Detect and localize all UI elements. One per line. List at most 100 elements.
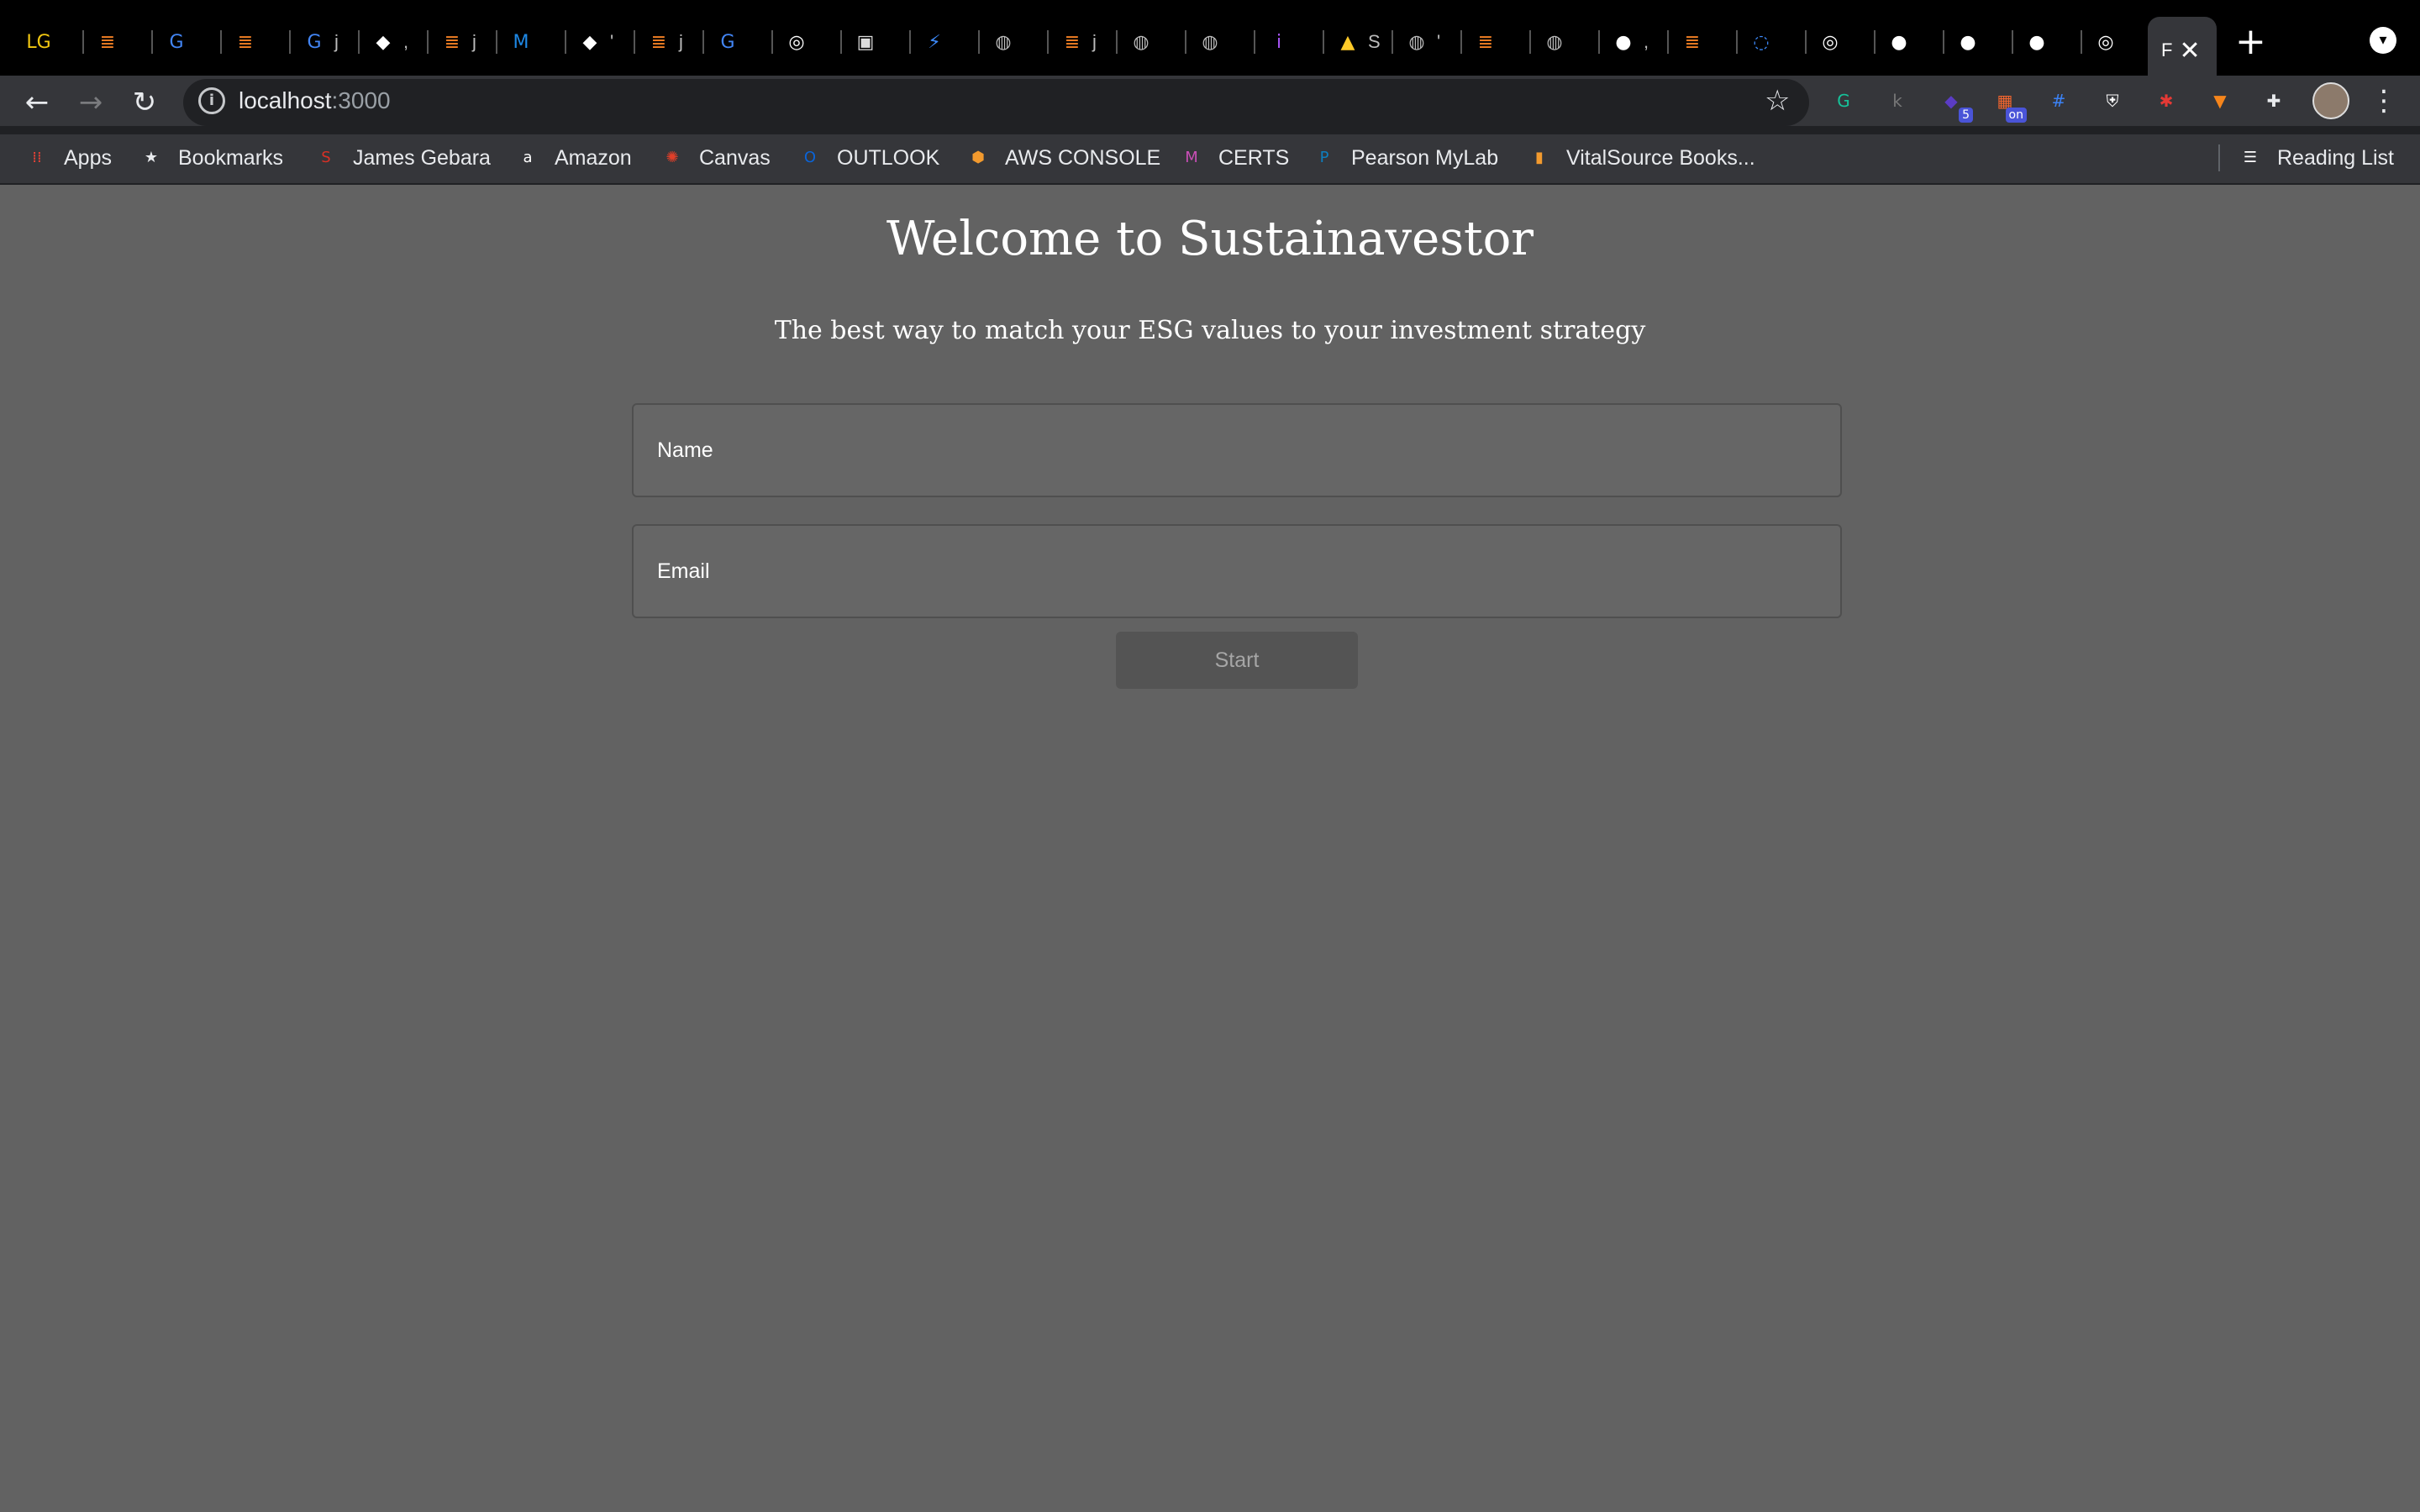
browser-tab[interactable]: ◎ <box>775 17 842 67</box>
tab-separator <box>1736 30 1738 54</box>
extension-on-icon[interactable]: ▦ on <box>1990 86 2027 123</box>
bookmark-item[interactable]: O OUTLOOK <box>798 144 939 171</box>
browser-tab[interactable]: ≣ j <box>430 17 497 67</box>
page-title: Welcome to Sustainavestor <box>886 212 1534 266</box>
tab-separator <box>634 30 635 54</box>
canvas-icon: ✺ <box>666 149 679 166</box>
browser-tab[interactable]: ▣ <box>844 17 911 67</box>
browser-tab[interactable]: ▲ S <box>1326 17 1393 67</box>
chrome-icon: ◎ <box>1822 31 1839 53</box>
forward-button[interactable]: → <box>71 82 111 123</box>
browser-tab[interactable]: G <box>706 17 773 67</box>
back-button[interactable]: ← <box>17 82 57 123</box>
bookmark-item[interactable]: S James Gebara <box>314 144 491 171</box>
tab-separator <box>840 30 842 54</box>
browser-tab[interactable]: ◌ <box>1739 17 1807 67</box>
browser-tab[interactable]: ≣ <box>1670 17 1738 67</box>
bookmark-item[interactable]: ✺ Canvas <box>660 144 770 171</box>
bookmark-label: Pearson MyLab <box>1351 145 1499 170</box>
star-icon: ★ <box>144 149 159 166</box>
puzzle-icon[interactable]: ✚ <box>2259 86 2289 116</box>
tab-separator <box>82 30 84 54</box>
browser-tab[interactable]: ≣ <box>86 17 153 67</box>
browser-tab[interactable]: ≣ j <box>637 17 704 67</box>
browser-tab[interactable]: ≣ j <box>1050 17 1118 67</box>
tab-separator <box>702 30 704 54</box>
browser-tab[interactable]: ◍ <box>1119 17 1186 67</box>
name-input[interactable] <box>634 405 1840 496</box>
tab-separator <box>1047 30 1049 54</box>
bookmark-item[interactable]: ▮ VitalSource Books... <box>1528 144 1755 171</box>
tab-title: F <box>2161 39 2173 60</box>
bookmark-item[interactable]: ★ Bookmarks <box>139 144 283 171</box>
browser-tab[interactable]: Gj <box>292 17 360 67</box>
extension-glyph: ✱ <box>2159 91 2174 111</box>
email-input[interactable] <box>634 526 1840 617</box>
browser-chrome: LG ≣ G ≣ Gj ◆, ≣ j M ◆ ' ≣ j G ◎ ▣ ⚡ ◍ ≣ j ◍ ◍ i ▲ S ◍ ' ≣ ◍ ●, ≣ ◌ ◎ ● ● ●… <box>0 0 2420 185</box>
browser-tab[interactable]: G <box>155 17 222 67</box>
stackoverflow-icon: ≣ <box>1064 31 1081 53</box>
browser-tab[interactable]: LG <box>17 17 84 67</box>
browser-tab[interactable]: ≣ <box>224 17 291 67</box>
browser-tab[interactable]: ◍ <box>981 17 1049 67</box>
shield-icon[interactable]: ⛨ <box>2097 86 2128 116</box>
browser-tab[interactable]: ◍ ' <box>1395 17 1462 67</box>
start-button[interactable]: Start <box>1116 632 1358 689</box>
active-tab[interactable]: F ✕ <box>2148 17 2217 84</box>
browser-tab[interactable]: ◍ <box>1533 17 1600 67</box>
profile-avatar[interactable] <box>2312 82 2349 119</box>
bookmark-item[interactable]: a Amazon <box>516 144 631 171</box>
reading-list-button[interactable]: ☰ Reading List <box>2238 144 2394 171</box>
url-host: localhost <box>239 87 332 113</box>
bookmark-star-icon[interactable]: ☆ <box>1765 84 1790 118</box>
stackoverflow-icon: ≣ <box>99 31 116 53</box>
extension-box-icon[interactable]: ◆ 5 <box>1936 86 1973 123</box>
tab-title: j <box>472 31 476 52</box>
bookmark-item[interactable]: M CERTS <box>1180 144 1289 171</box>
name-field <box>632 403 1842 497</box>
extension-red-icon[interactable]: ✱ <box>2151 86 2181 116</box>
tab-search-icon[interactable]: ▾ <box>2370 27 2396 54</box>
browser-tab[interactable]: ◎ <box>2084 17 2151 67</box>
bookmark-item[interactable]: ⁞⁞ Apps <box>25 144 112 171</box>
kebab-menu-icon[interactable]: ⋮ <box>2370 84 2398 118</box>
stackoverflow-icon: ≣ <box>1477 31 1494 53</box>
tab-separator <box>1254 30 1255 54</box>
browser-tab[interactable]: ◆, <box>361 17 429 67</box>
browser-tab[interactable]: ◆ ' <box>568 17 635 67</box>
bird-icon: ◆ <box>376 31 391 53</box>
browser-tab[interactable]: i <box>1257 17 1324 67</box>
grammarly-icon[interactable]: G <box>1828 86 1859 116</box>
browser-tab[interactable]: ◎ <box>1808 17 1876 67</box>
reading-list-label: Reading List <box>2277 145 2394 170</box>
site-info-icon[interactable]: i <box>198 87 225 114</box>
extension-badge: 5 <box>1959 108 1973 123</box>
metamask-icon[interactable]: ▼ <box>2205 86 2235 116</box>
reload-button[interactable]: ↻ <box>124 82 165 123</box>
extension-grid-icon[interactable]: # <box>2044 86 2074 116</box>
tab-separator <box>289 30 291 54</box>
tab-title: j <box>334 31 339 52</box>
url-text[interactable]: localhost:3000 <box>239 86 391 116</box>
stackoverflow-icon: ≣ <box>1684 31 1701 53</box>
browser-tab[interactable]: M <box>499 17 566 67</box>
tab-separator <box>427 30 429 54</box>
browser-tab[interactable]: ●, <box>1602 17 1669 67</box>
browser-tab[interactable]: ◍ <box>1188 17 1255 67</box>
browser-tab[interactable]: ● <box>1877 17 1944 67</box>
browser-tab[interactable]: ⚡ <box>913 17 980 67</box>
extension-glyph: G <box>1837 91 1850 111</box>
browser-tab[interactable]: ● <box>1946 17 2013 67</box>
bookmark-item[interactable]: ⬢ AWS CONSOLE <box>966 144 1160 171</box>
new-tab-button[interactable]: + <box>2235 22 2266 62</box>
info-icon: i <box>1276 31 1282 53</box>
close-tab-icon[interactable]: ✕ <box>2179 36 2200 66</box>
bookmark-item[interactable]: P Pearson MyLab <box>1313 144 1499 171</box>
tab-separator <box>1874 30 1876 54</box>
address-bar[interactable] <box>183 79 1809 126</box>
extension-k-icon[interactable]: k <box>1882 86 1912 116</box>
github-icon: ● <box>2028 31 2045 53</box>
bird-icon: ◆ <box>582 31 597 53</box>
browser-tab[interactable]: ● <box>2015 17 2082 67</box>
browser-tab[interactable]: ≣ <box>1464 17 1531 67</box>
